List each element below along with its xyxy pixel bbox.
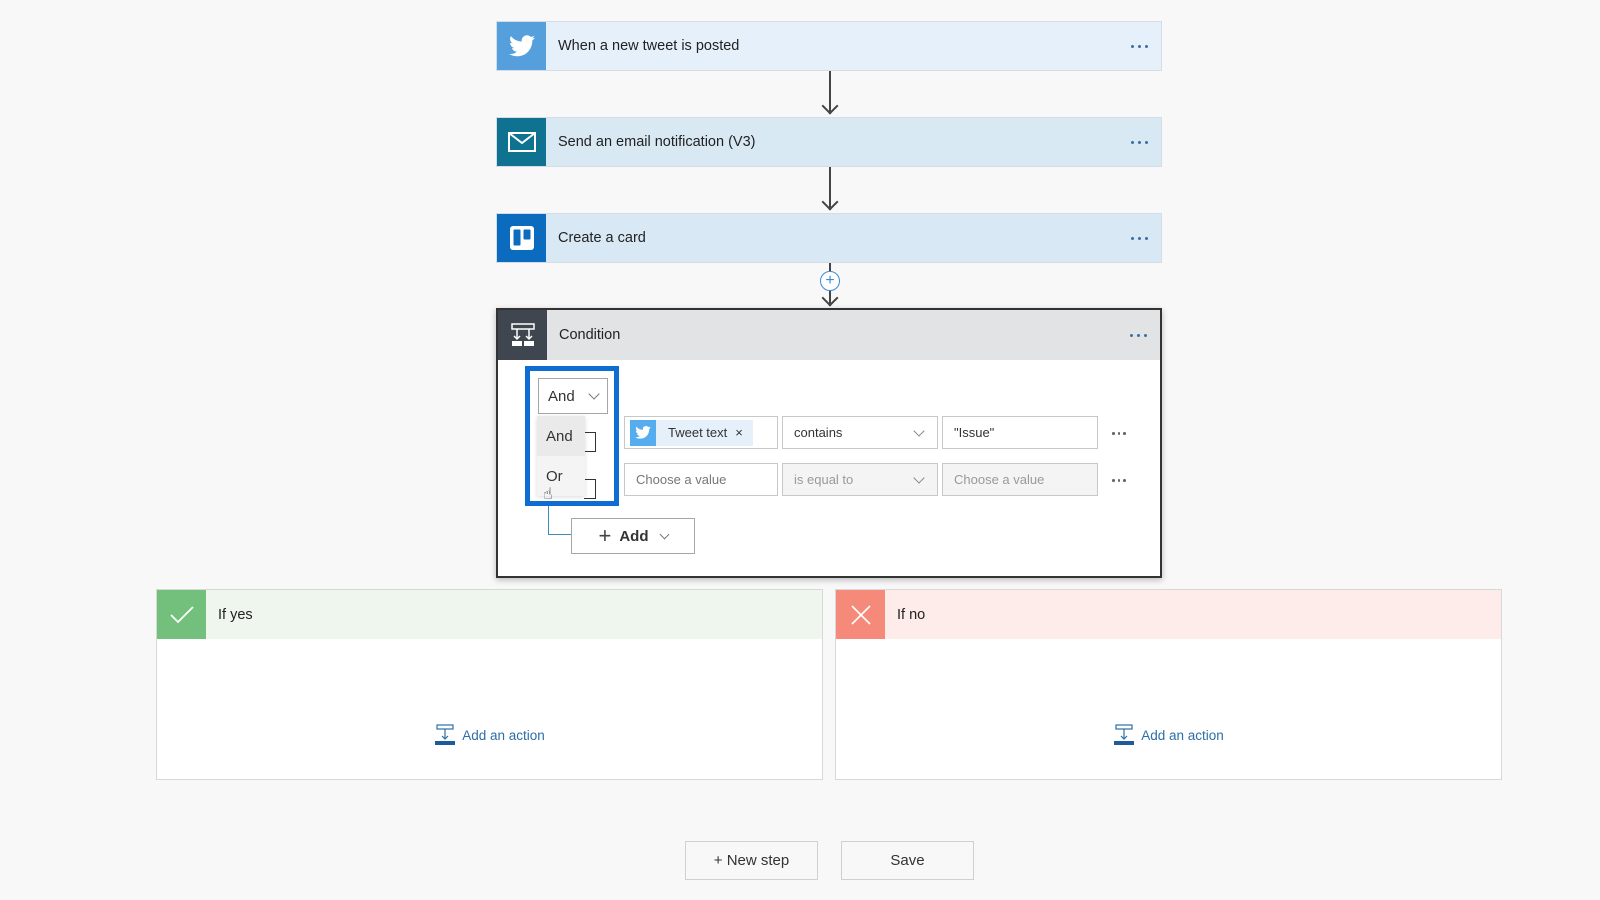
- x-icon: [836, 590, 885, 639]
- branch-header: If yes: [157, 590, 822, 639]
- chevron-down-icon: [588, 388, 600, 400]
- operator-value: is equal to: [794, 472, 854, 487]
- row2-operator-select[interactable]: is equal to: [782, 463, 938, 496]
- step-title: Create a card: [558, 230, 646, 246]
- trello-icon: [497, 214, 546, 262]
- twitter-icon: [630, 419, 656, 446]
- step-send-email[interactable]: Send an email notification (V3): [496, 117, 1162, 167]
- row2-left-value[interactable]: Choose a value: [624, 463, 778, 496]
- placeholder-text: Choose a value: [636, 472, 727, 487]
- dropdown-option-and[interactable]: And: [537, 416, 585, 456]
- mail-icon: [497, 118, 546, 166]
- condition-icon: [498, 310, 547, 360]
- twitter-icon: [497, 22, 546, 70]
- branch-title: If yes: [218, 606, 253, 623]
- remove-token-icon[interactable]: ×: [735, 425, 743, 440]
- arrow-down-icon: [821, 289, 839, 307]
- more-options-icon[interactable]: [1117, 140, 1161, 144]
- row1-operator-select[interactable]: contains: [782, 416, 938, 449]
- step-title: When a new tweet is posted: [558, 38, 740, 54]
- condition-card: Condition And And Or Tweet text × contai…: [496, 308, 1162, 578]
- more-options-icon[interactable]: [1116, 333, 1160, 337]
- plus-icon: +: [598, 523, 612, 548]
- add-row-button[interactable]: + Add: [571, 518, 695, 554]
- insert-step-plus-icon[interactable]: +: [820, 271, 840, 291]
- step-create-card[interactable]: Create a card: [496, 213, 1162, 263]
- check-icon: [157, 590, 206, 639]
- token-label: Tweet text: [668, 425, 728, 440]
- branch-if-no: If no Add an action: [835, 589, 1502, 780]
- branch-title: If no: [897, 606, 926, 623]
- branch-header: If no: [836, 590, 1501, 639]
- row2-right-value[interactable]: Choose a value: [942, 463, 1098, 496]
- hand-cursor-icon: ☝: [543, 486, 553, 503]
- row-more-icon[interactable]: [1112, 432, 1126, 435]
- add-action-icon: [435, 724, 456, 745]
- row1-right-value[interactable]: "Issue": [942, 416, 1098, 449]
- step-title: Send an email notification (V3): [558, 134, 756, 150]
- step-trigger-new-tweet[interactable]: When a new tweet is posted: [496, 21, 1162, 71]
- row1-left-value[interactable]: Tweet text ×: [624, 416, 778, 449]
- add-action-link[interactable]: Add an action: [836, 724, 1501, 746]
- group-operator-select[interactable]: And: [538, 378, 608, 414]
- tree-connector: [548, 506, 549, 534]
- chevron-down-icon: [913, 425, 925, 437]
- operator-value: contains: [794, 425, 843, 440]
- row-more-icon[interactable]: [1112, 479, 1126, 482]
- condition-title: Condition: [559, 327, 621, 343]
- chevron-down-icon: [659, 529, 669, 539]
- save-button[interactable]: Save: [841, 841, 974, 880]
- branch-if-yes: If yes Add an action: [156, 589, 823, 780]
- right-value: "Issue": [954, 425, 995, 440]
- new-step-button[interactable]: + New step: [685, 841, 818, 880]
- add-action-label: Add an action: [1141, 727, 1224, 743]
- more-options-icon[interactable]: [1117, 44, 1161, 48]
- chevron-down-icon: [913, 472, 925, 484]
- dynamic-token[interactable]: Tweet text ×: [630, 419, 753, 446]
- condition-header[interactable]: Condition: [498, 310, 1160, 360]
- add-label: Add: [619, 527, 649, 545]
- add-action-icon: [1114, 724, 1135, 745]
- group-operator-value: And: [548, 387, 575, 405]
- placeholder-text: Choose a value: [954, 472, 1045, 487]
- add-action-label: Add an action: [462, 727, 545, 743]
- arrow-down-icon: [821, 193, 839, 211]
- more-options-icon[interactable]: [1117, 236, 1161, 240]
- tree-connector: [548, 534, 572, 535]
- add-action-link[interactable]: Add an action: [157, 724, 822, 746]
- arrow-down-icon: [821, 97, 839, 115]
